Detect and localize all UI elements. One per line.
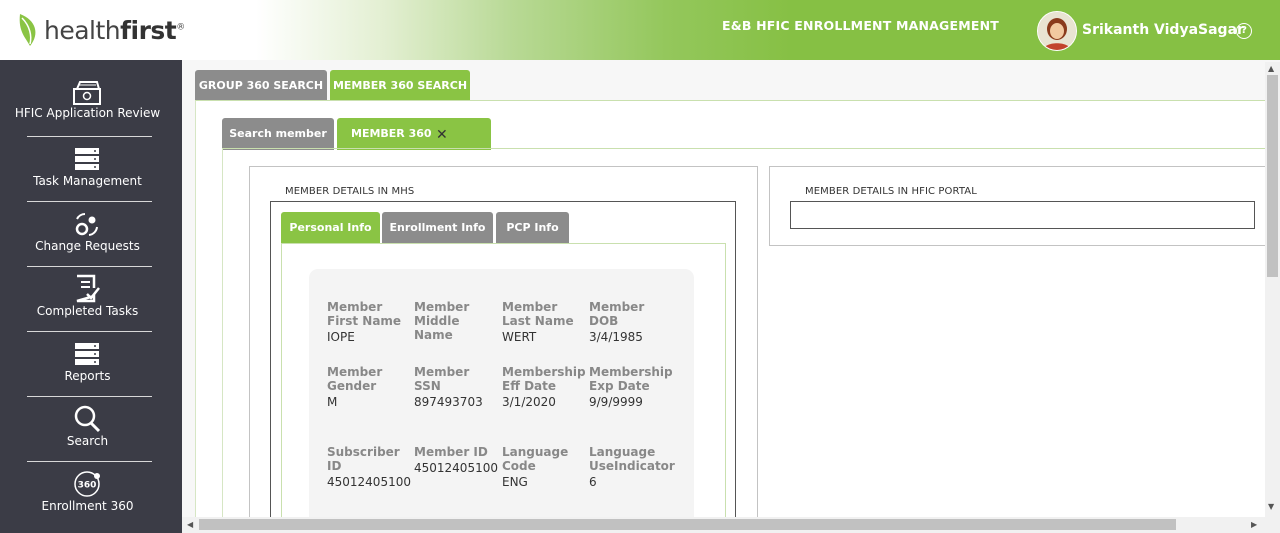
- field-value: IOPE: [327, 330, 355, 344]
- leaf-logo-icon: [19, 14, 36, 46]
- sidebar-divider: [27, 136, 152, 137]
- field-value: 3/1/2020: [502, 395, 556, 409]
- field-membership-exp-date: Membership Exp Date 9/9/9999: [589, 365, 674, 409]
- field-member-middle-name: Member Middle Name: [414, 300, 499, 344]
- sidebar-item-enrollment-360[interactable]: 360 Enrollment 360: [0, 469, 175, 533]
- field-label: Language UseIndicator: [589, 445, 675, 473]
- field-label: Member First Name: [327, 300, 402, 328]
- logo-bold: first: [120, 15, 177, 45]
- field-value: 45012405100: [414, 461, 498, 475]
- vertical-scroll-thumb[interactable]: [1267, 75, 1278, 277]
- tab-group-360-search[interactable]: GROUP 360 SEARCH: [195, 70, 327, 101]
- sidebar-divider: [27, 331, 152, 332]
- field-member-id: Member ID 45012405100: [414, 445, 499, 475]
- sidebar-item-label: Enrollment 360: [41, 499, 134, 513]
- application-review-icon: [73, 81, 101, 105]
- horizontal-scroll-thumb[interactable]: [199, 519, 1176, 530]
- field-member-last-name: Member Last Name WERT: [502, 300, 587, 344]
- tab-search-member[interactable]: Search member: [222, 118, 334, 150]
- sidebar-item-label: Change Requests: [35, 239, 140, 253]
- mhs-panel-title: MEMBER DETAILS IN MHS: [285, 186, 415, 197]
- field-membership-eff-date: Membership Eff Date 3/1/2020: [502, 365, 587, 409]
- app-header: healthfirst® E&B HFIC ENROLLMENT MANAGEM…: [0, 0, 1280, 60]
- field-value: 9/9/9999: [589, 395, 643, 409]
- tab-member-360-search[interactable]: MEMBER 360 SEARCH: [330, 70, 470, 101]
- logo-wordmark: healthfirst®: [44, 16, 185, 45]
- field-member-gender: Member Gender M: [327, 365, 412, 409]
- sidebar: HFIC Application Review Task Management …: [0, 60, 182, 533]
- task-list-icon: [75, 148, 99, 170]
- field-label: Member Last Name: [502, 300, 574, 328]
- sidebar-item-hfic-application-review[interactable]: HFIC Application Review: [0, 78, 175, 142]
- reports-icon: [75, 343, 99, 365]
- field-member-dob: Member DOB 3/4/1985: [589, 300, 674, 344]
- field-label: Subscriber ID: [327, 445, 400, 473]
- help-icon[interactable]: ?: [1236, 23, 1252, 39]
- field-value: 6: [589, 475, 597, 489]
- sidebar-item-label: Completed Tasks: [36, 304, 139, 318]
- scroll-up-icon[interactable]: ▲: [1268, 64, 1274, 73]
- enrollment-360-icon: 360: [74, 471, 100, 497]
- tab-member-360[interactable]: MEMBER 360 ✕: [337, 118, 491, 150]
- field-label: Member DOB: [589, 300, 645, 328]
- hfic-panel-title: MEMBER DETAILS IN HFIC PORTAL: [805, 186, 977, 197]
- scroll-left-icon[interactable]: ◀: [187, 520, 193, 529]
- hfic-details-box: [790, 201, 1255, 229]
- sidebar-item-search[interactable]: Search: [0, 404, 175, 468]
- sidebar-divider: [27, 461, 152, 462]
- sidebar-divider: [27, 266, 152, 267]
- sidebar-divider: [27, 396, 152, 397]
- field-language-use-indicator: Language UseIndicator 6: [589, 445, 675, 489]
- search-icon: [74, 405, 101, 433]
- change-requests-icon: [75, 213, 98, 236]
- tab-pcp-info[interactable]: PCP Info: [496, 212, 569, 243]
- field-language-code: Language Code ENG: [502, 445, 587, 489]
- logo-mark: ®: [176, 22, 185, 33]
- field-value: M: [327, 395, 338, 409]
- avatar-image-icon: [1038, 12, 1076, 50]
- sidebar-item-label: HFIC Application Review: [14, 106, 161, 120]
- field-label: Member Middle Name: [414, 300, 470, 342]
- sidebar-item-completed-tasks[interactable]: Completed Tasks: [0, 274, 175, 338]
- app-title: E&B HFIC ENROLLMENT MANAGEMENT: [722, 18, 1000, 33]
- field-value: ENG: [502, 475, 528, 489]
- tab-enrollment-info[interactable]: Enrollment Info: [382, 212, 493, 243]
- enrollment-360-badge: 360: [78, 481, 97, 491]
- field-value: 3/4/1985: [589, 330, 643, 344]
- field-member-ssn: Member SSN 897493703: [414, 365, 499, 409]
- field-value: WERT: [502, 330, 537, 344]
- field-label: Member Gender: [327, 365, 383, 393]
- close-icon[interactable]: ✕: [436, 119, 448, 151]
- scroll-right-icon[interactable]: ▶: [1251, 520, 1257, 529]
- sidebar-item-label: Search: [66, 434, 109, 448]
- user-avatar[interactable]: [1037, 11, 1077, 51]
- field-label: Member ID: [414, 445, 488, 459]
- sidebar-item-label: Reports: [64, 369, 111, 383]
- scroll-down-icon[interactable]: ▼: [1268, 502, 1274, 511]
- field-label: Language Code: [502, 445, 569, 473]
- completed-tasks-icon: [76, 274, 100, 303]
- sidebar-divider: [27, 201, 152, 202]
- field-member-first-name: Member First Name IOPE: [327, 300, 412, 344]
- field-value: 45012405100: [327, 475, 411, 489]
- user-name[interactable]: Srikanth VidyaSagar: [1082, 22, 1244, 38]
- logo-light: health: [44, 15, 121, 45]
- field-label: Membership Exp Date: [589, 365, 673, 393]
- field-value: 897493703: [414, 395, 483, 409]
- tab-personal-info[interactable]: Personal Info: [281, 212, 380, 243]
- field-subscriber-id: Subscriber ID 45012405100: [327, 445, 412, 489]
- field-label: Membership Eff Date: [502, 365, 586, 393]
- tab-member-360-label: MEMBER 360: [351, 127, 432, 140]
- field-label: Member SSN: [414, 365, 470, 393]
- healthfirst-logo[interactable]: healthfirst®: [16, 12, 185, 48]
- sidebar-item-label: Task Management: [33, 174, 142, 188]
